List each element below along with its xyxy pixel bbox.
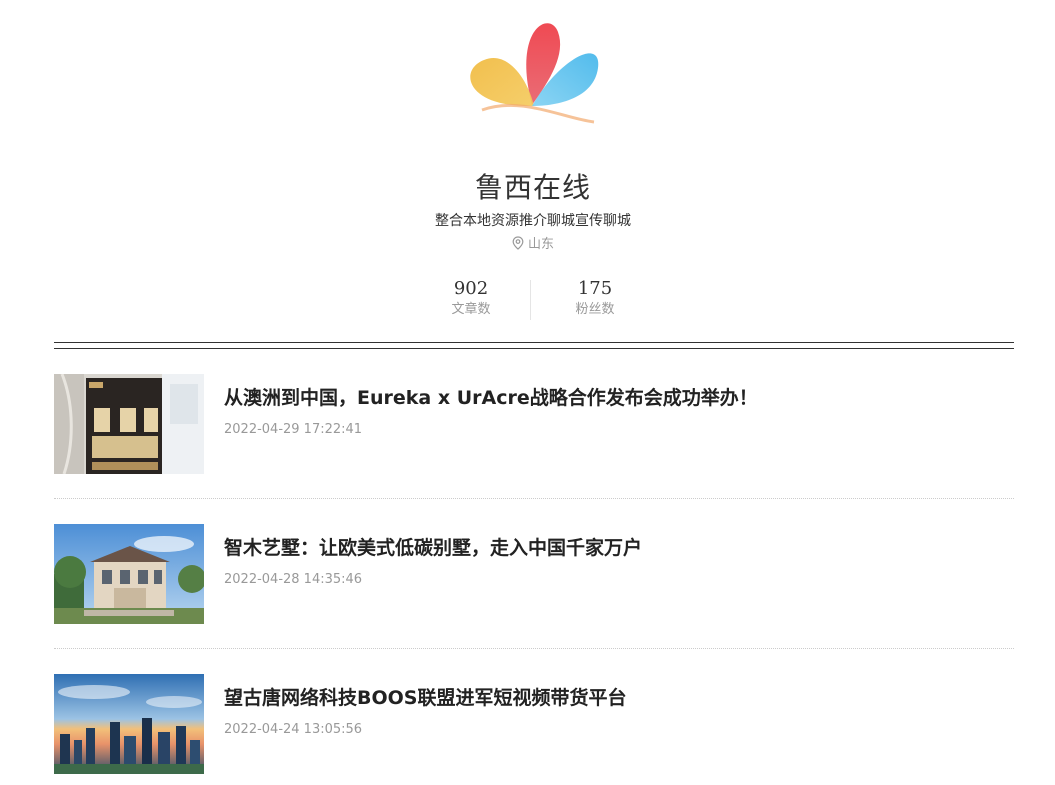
stat-fans-count: 175 xyxy=(577,278,613,299)
article-separator xyxy=(54,498,1014,499)
article-date: 2022-04-29 17:22:41 xyxy=(224,422,363,437)
villa-photo-image[interactable] xyxy=(54,524,204,624)
stat-fans[interactable]: 175 粉丝数 xyxy=(536,278,654,320)
city-skyline-image[interactable] xyxy=(54,674,204,774)
location-pin-icon xyxy=(512,236,524,250)
profile-stats: 902 文章数 175 粉丝数 xyxy=(412,278,656,320)
list-item[interactable]: 智木艺墅：让欧美式低碳别墅，走入中国千家万户 2022-04-28 14:35:… xyxy=(54,524,1014,674)
article-separator xyxy=(54,648,1014,649)
stat-articles-count: 902 xyxy=(453,278,489,299)
butterfly-logo-icon xyxy=(462,10,602,125)
stat-articles[interactable]: 902 文章数 xyxy=(412,278,530,320)
list-item[interactable]: 从澳洲到中国，Eureka x UrAcre战略合作发布会成功举办！ 2022-… xyxy=(54,374,1014,524)
list-item[interactable]: 望古唐网络科技BOOS联盟进军短视频带货平台 2022-04-24 13:05:… xyxy=(54,674,1014,785)
site-description: 整合本地资源推介聊城宣传聊城 xyxy=(435,213,631,229)
event-poster-image[interactable] xyxy=(54,374,204,474)
article-title[interactable]: 望古唐网络科技BOOS联盟进军短视频带货平台 xyxy=(224,683,1004,710)
article-date: 2022-04-24 13:05:56 xyxy=(224,722,363,737)
author-profile-page: 鲁西在线 整合本地资源推介聊城宣传聊城 山东 902 文章数 175 粉丝数 从… xyxy=(0,0,1055,785)
section-divider xyxy=(54,342,1014,349)
stat-articles-label: 文章数 xyxy=(451,302,491,317)
site-name: 鲁西在线 xyxy=(474,171,591,204)
article-list: 从澳洲到中国，Eureka x UrAcre战略合作发布会成功举办！ 2022-… xyxy=(54,374,1014,785)
article-title[interactable]: 从澳洲到中国，Eureka x UrAcre战略合作发布会成功举办！ xyxy=(224,383,1004,410)
location-text: 山东 xyxy=(527,237,554,252)
article-date: 2022-04-28 14:35:46 xyxy=(224,572,363,587)
stat-divider xyxy=(530,280,531,320)
stat-fans-label: 粉丝数 xyxy=(575,302,615,317)
location-line: 山东 xyxy=(0,233,1055,252)
article-title[interactable]: 智木艺墅：让欧美式低碳别墅，走入中国千家万户 xyxy=(224,533,1004,560)
